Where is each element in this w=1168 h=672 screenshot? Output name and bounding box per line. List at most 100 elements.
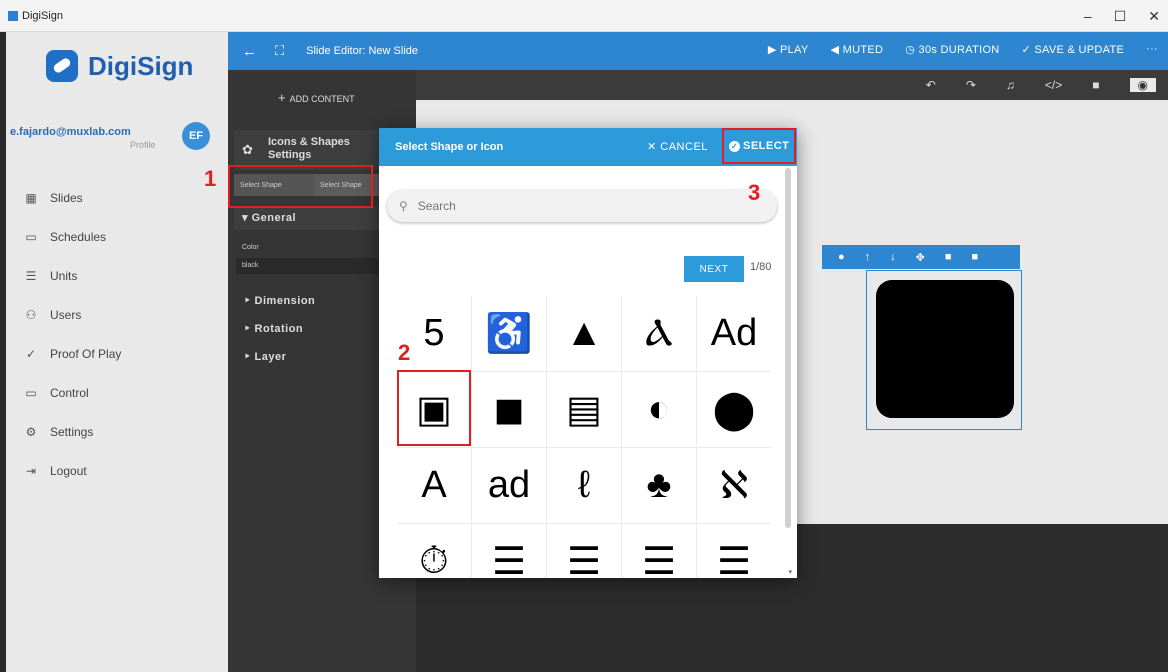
copy-icon[interactable]: ■ (945, 251, 952, 263)
align-center-icon[interactable]: ☰ (472, 524, 546, 578)
logo-text: DigiSign (88, 50, 194, 81)
adjust-icon[interactable]: ◐ (622, 372, 696, 447)
paint-icon[interactable]: ● (838, 251, 845, 263)
mute-button[interactable]: ◀ MUTED (831, 43, 884, 56)
move-down-icon[interactable]: ↓ (890, 251, 896, 263)
address-card-icon[interactable]: ▤ (547, 372, 621, 447)
play-button[interactable]: ▶ PLAY (768, 43, 809, 56)
adversal-icon[interactable]: ad (472, 448, 546, 523)
sidebar-item-units[interactable]: ☰ Units (24, 256, 121, 295)
plus-icon: + (278, 90, 286, 105)
rounded-square-shape (876, 280, 1014, 418)
user-email: e.fajardo@muxlab.com (10, 126, 131, 138)
duration-button[interactable]: ◷ 30s DURATION (905, 43, 999, 56)
back-arrow-icon[interactable]: ← (242, 43, 257, 60)
avatar[interactable]: EF (182, 122, 210, 150)
profile-link[interactable]: Profile (130, 140, 156, 150)
user-info[interactable]: e.fajardo@muxlab.com Profile (10, 126, 156, 150)
page-title: Slide Editor: New Slide (306, 45, 418, 57)
code-icon[interactable]: </> (1045, 78, 1062, 92)
settings-subtitle: Settings (268, 149, 312, 161)
sidebar-item-label: Logout (50, 463, 87, 478)
check-icon: ✓ (25, 346, 37, 361)
adobe-icon[interactable]: A (397, 448, 471, 523)
window-title: DigiSign (22, 9, 63, 22)
airbnb-icon[interactable]: ℵ (697, 448, 771, 523)
annotation-box-2 (397, 370, 471, 446)
maximize-button[interactable]: ☐ (1114, 8, 1127, 25)
selected-shape[interactable] (866, 270, 1022, 430)
close-button[interactable]: ✕ (1148, 8, 1160, 25)
air-freshener-icon[interactable]: ♣ (622, 448, 696, 523)
sidebar-item-label: Users (50, 307, 82, 322)
annotation-number-1: 1 (204, 166, 217, 191)
sidebar-nav: ▦ Slides ▭ Schedules ☰ Units ⚇ Users ✓ Proof … (24, 178, 121, 490)
dialog-title: Select Shape or Icon (395, 141, 504, 153)
accessible-icon[interactable]: ♿ (472, 296, 546, 371)
settings-title: Icons & Shapes (268, 136, 350, 148)
sidebar: DigiSign e.fajardo@muxlab.com Profile EF… (6, 32, 228, 672)
color-label: Color (242, 244, 259, 251)
app-icon (8, 10, 18, 21)
sidebar-item-control[interactable]: ▭ Control (24, 373, 121, 412)
window-titlebar: DigiSign – ☐ ✕ (0, 0, 1168, 32)
sidebar-item-slides[interactable]: ▦ Slides (24, 178, 121, 217)
sidebar-item-label: Control (50, 385, 89, 400)
sidebar-item-users[interactable]: ⚇ Users (24, 295, 121, 334)
minimize-button[interactable]: – (1084, 8, 1092, 25)
units-icon: ☰ (25, 268, 37, 283)
user-icon: ⚇ (25, 307, 37, 322)
monitor-icon: ▭ (25, 385, 37, 400)
adn-icon[interactable]: ⬤ (697, 372, 771, 447)
align-left-icon[interactable]: ☰ (622, 524, 696, 578)
align-right-icon[interactable]: ☰ (697, 524, 771, 578)
next-page-button[interactable]: NEXT (684, 256, 744, 282)
trash-icon[interactable]: ■ (1092, 78, 1099, 92)
search-box[interactable]: ⚲ (387, 190, 777, 222)
redo-icon[interactable]: ↷ (966, 78, 976, 92)
search-input[interactable] (417, 199, 738, 213)
search-icon: ⚲ (399, 199, 408, 213)
scrollbar[interactable] (785, 168, 791, 528)
add-content-button[interactable]: + ADD CONTENT (278, 90, 355, 105)
sidebar-item-label: Settings (50, 424, 94, 439)
sidebar-item-proof-of-play[interactable]: ✓ Proof Of Play (24, 334, 121, 373)
fullscreen-icon[interactable]: ⛶ (275, 43, 284, 59)
sidebar-item-schedules[interactable]: ▭ Schedules (24, 217, 121, 256)
alarm-clock-icon[interactable]: ⏱ (397, 524, 471, 578)
annotation-number-2: 2 (398, 340, 411, 365)
sidebar-item-settings[interactable]: ⚙ Settings (24, 412, 121, 451)
move-up-icon[interactable]: ↑ (865, 251, 871, 263)
slides-icon: ▦ (25, 190, 37, 205)
address-book-icon[interactable]: ◼ (472, 372, 546, 447)
cancel-button[interactable]: ✕ CANCEL (647, 140, 708, 153)
preview-eye-icon[interactable]: ◉ (1129, 78, 1156, 92)
add-content-label: ADD CONTENT (289, 94, 355, 104)
logo: DigiSign (46, 50, 193, 82)
acquisitions-incorporated-icon[interactable]: Ⲁ (622, 296, 696, 371)
logo-mark-icon (46, 50, 78, 82)
select-shape-dialog: Select Shape or Icon ✕ CANCEL ✓ SELECT ⚲ … (379, 128, 797, 578)
sidebar-item-label: Units (50, 268, 78, 283)
more-menu-icon[interactable]: ··· (1146, 43, 1158, 56)
logout-icon: ⇥ (25, 463, 37, 478)
gear-icon: ⚙ (25, 424, 37, 439)
scroll-down-icon[interactable]: ▾ (788, 568, 792, 576)
sidebar-item-label: Schedules (50, 229, 107, 244)
sidebar-item-logout[interactable]: ⇥ Logout (24, 451, 121, 490)
ad-icon[interactable]: Ad (697, 296, 771, 371)
annotation-box-3 (722, 128, 796, 164)
align-justify-icon[interactable]: ☰ (547, 524, 621, 578)
gear-icon: ✿ (242, 142, 253, 157)
accusoft-icon[interactable]: ▲ (547, 296, 621, 371)
annotation-box-1 (228, 165, 373, 208)
calendar-icon: ▭ (25, 229, 37, 244)
save-update-button[interactable]: ✓ SAVE & UPDATE (1022, 43, 1125, 56)
undo-icon[interactable]: ↶ (926, 78, 936, 92)
delete-icon[interactable]: ■ (972, 251, 979, 263)
music-icon[interactable]: ♫ (1006, 78, 1015, 92)
affiliatetheme-icon[interactable]: ℓ (547, 448, 621, 523)
object-toolbar: ● ↑ ↓ ✥ ■ ■ (822, 245, 1020, 269)
move-icon[interactable]: ✥ (916, 251, 925, 264)
annotation-number-3: 3 (748, 180, 761, 205)
